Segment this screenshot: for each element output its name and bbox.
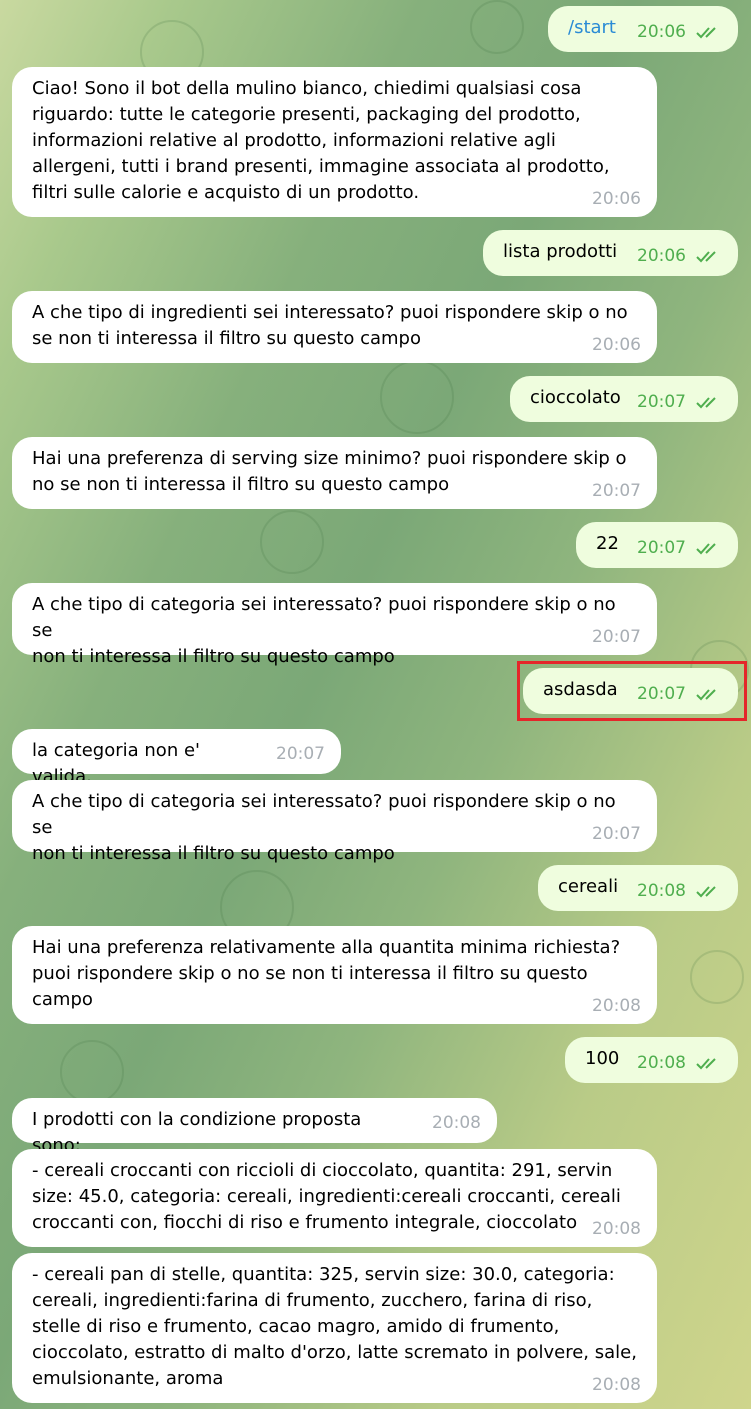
message-text: Hai una preferenza di serving size minim… xyxy=(32,448,627,495)
message-text: - cereali pan di stelle, quantita: 325, … xyxy=(32,1264,637,1389)
message-time: 20:08 xyxy=(592,1219,641,1239)
message-text: - cereali croccanti con riccioli di cioc… xyxy=(32,1160,621,1233)
message-time: 20:07 xyxy=(276,744,325,764)
message-text: cereali xyxy=(558,876,619,897)
message-meta: 20:07 xyxy=(592,627,641,647)
message-meta: 20:07 xyxy=(592,824,641,844)
message-time: 20:08 xyxy=(432,1113,481,1133)
message-meta: 20:08 xyxy=(637,881,722,901)
message-text: Hai una preferenza relativamente alla qu… xyxy=(32,937,621,1010)
message-outgoing[interactable]: 22 20:07 xyxy=(576,522,738,568)
background-doodle xyxy=(690,950,744,1004)
message-text: Ciao! Sono il bot della mulino bianco, c… xyxy=(32,78,610,203)
message-outgoing[interactable]: /start 20:06 xyxy=(548,6,738,52)
message-incoming[interactable]: Hai una preferenza relativamente alla qu… xyxy=(12,926,657,1024)
double-check-icon xyxy=(696,1058,716,1070)
double-check-icon xyxy=(696,886,716,898)
message-text: A che tipo di categoria sei interessato?… xyxy=(32,791,616,864)
message-time: 20:06 xyxy=(637,22,686,42)
background-doodle xyxy=(260,510,324,574)
message-incoming[interactable]: - cereali pan di stelle, quantita: 325, … xyxy=(12,1253,657,1403)
message-meta: 20:08 xyxy=(592,1375,641,1395)
highlight-box xyxy=(517,661,747,721)
message-meta: 20:07 xyxy=(592,481,641,501)
double-check-icon xyxy=(696,27,716,39)
message-time: 20:07 xyxy=(592,627,641,647)
background-doodle xyxy=(470,0,524,54)
message-time: 20:06 xyxy=(637,246,686,266)
message-outgoing[interactable]: 100 20:08 xyxy=(565,1037,738,1083)
message-time: 20:06 xyxy=(592,189,641,209)
message-meta: 20:06 xyxy=(592,189,641,209)
message-time: 20:08 xyxy=(637,881,686,901)
double-check-icon xyxy=(696,397,716,409)
message-text: 100 xyxy=(585,1048,620,1069)
message-text: A che tipo di ingredienti sei interessat… xyxy=(32,302,628,349)
message-outgoing[interactable]: cioccolato 20:07 xyxy=(510,376,738,422)
message-meta: 20:07 xyxy=(637,392,722,412)
message-meta: 20:08 xyxy=(637,1053,722,1073)
message-meta: 20:08 xyxy=(432,1113,481,1133)
message-time: 20:07 xyxy=(592,481,641,501)
message-incoming[interactable]: A che tipo di ingredienti sei interessat… xyxy=(12,291,657,363)
message-time: 20:08 xyxy=(637,1053,686,1073)
background-doodle xyxy=(60,1040,124,1104)
message-outgoing[interactable]: cereali 20:08 xyxy=(538,865,738,911)
message-time: 20:08 xyxy=(592,1375,641,1395)
message-meta: 20:08 xyxy=(592,996,641,1016)
message-incoming[interactable]: la categoria non e' valida. 20:07 xyxy=(12,729,341,787)
message-meta: 20:07 xyxy=(637,538,722,558)
message-incoming[interactable]: Hai una preferenza di serving size minim… xyxy=(12,437,657,509)
message-incoming[interactable]: Ciao! Sono il bot della mulino bianco, c… xyxy=(12,67,657,217)
message-outgoing[interactable]: lista prodotti 20:06 xyxy=(483,230,738,276)
message-meta: 20:07 xyxy=(276,744,325,764)
message-meta: 20:06 xyxy=(637,22,722,42)
message-incoming[interactable]: - cereali croccanti con riccioli di cioc… xyxy=(12,1149,657,1247)
message-time: 20:07 xyxy=(637,392,686,412)
message-incoming[interactable]: A che tipo di categoria sei interessato?… xyxy=(12,583,657,667)
message-meta: 20:06 xyxy=(592,335,641,355)
message-text: cioccolato xyxy=(530,387,621,408)
message-text: A che tipo di categoria sei interessato?… xyxy=(32,594,616,667)
message-text: lista prodotti xyxy=(503,241,618,262)
message-time: 20:07 xyxy=(592,824,641,844)
background-doodle xyxy=(380,360,454,434)
double-check-icon xyxy=(696,251,716,263)
message-incoming[interactable]: A che tipo di categoria sei interessato?… xyxy=(12,780,657,864)
message-time: 20:08 xyxy=(592,996,641,1016)
double-check-icon xyxy=(696,543,716,555)
message-meta: 20:08 xyxy=(592,1219,641,1239)
message-meta: 20:06 xyxy=(637,246,722,266)
bot-command-link[interactable]: /start xyxy=(568,17,616,38)
message-text: 22 xyxy=(596,533,619,554)
message-time: 20:07 xyxy=(637,538,686,558)
message-time: 20:06 xyxy=(592,335,641,355)
message-incoming[interactable]: I prodotti con la condizione proposta so… xyxy=(12,1098,497,1156)
